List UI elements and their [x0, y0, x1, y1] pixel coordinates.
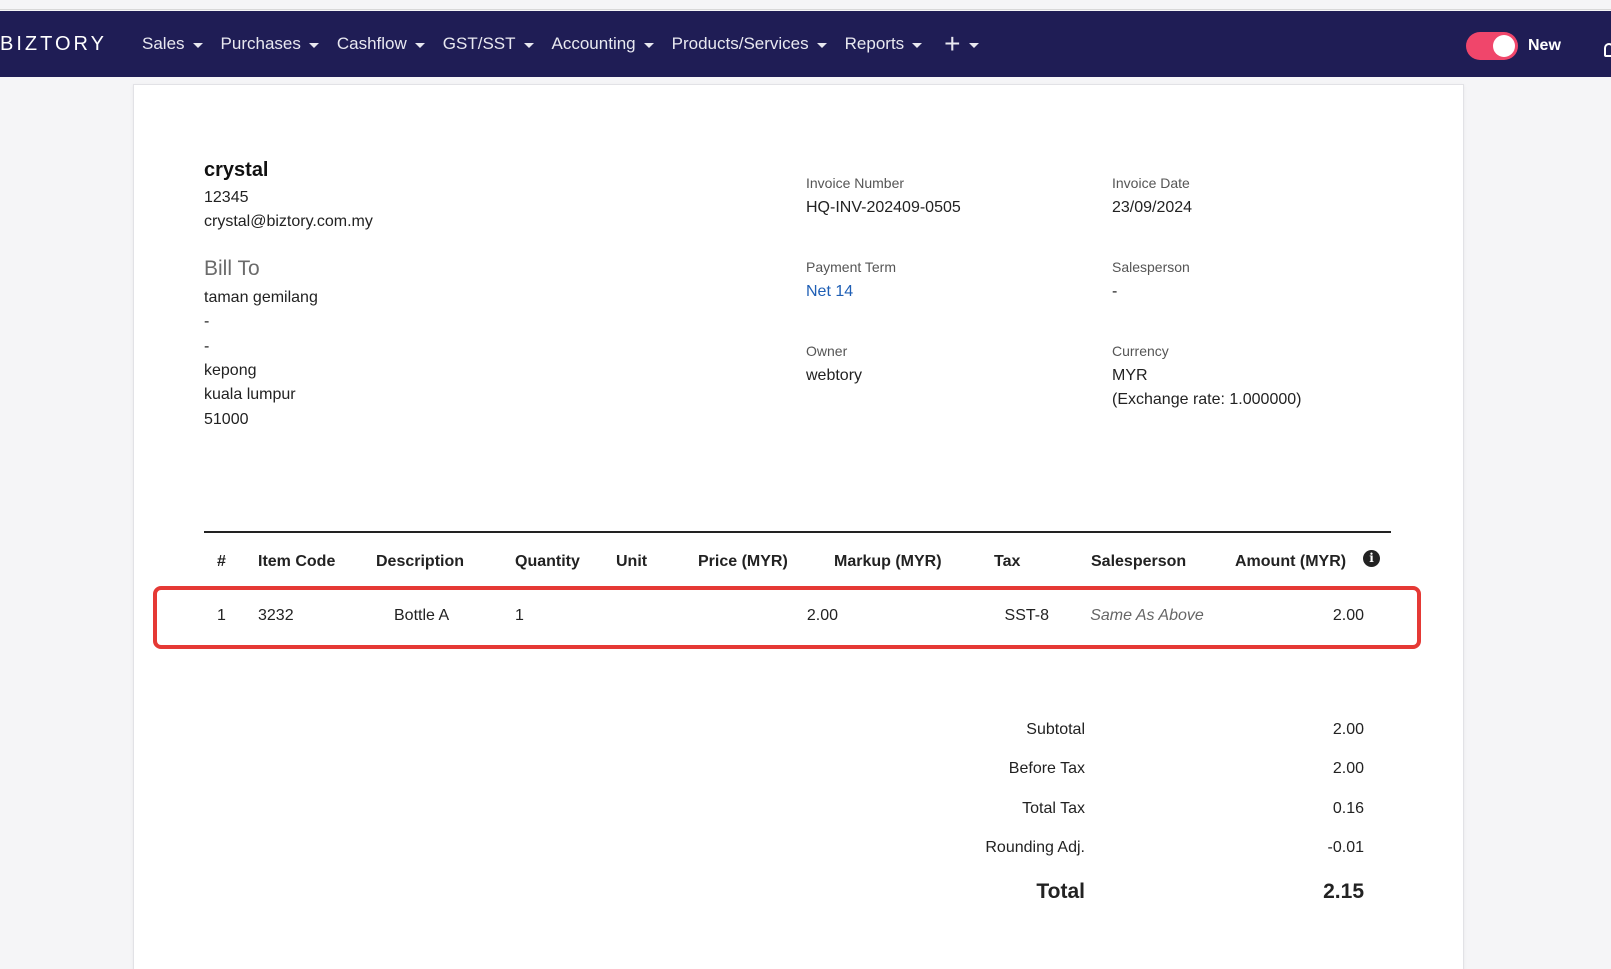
- bill-to-line: -: [204, 338, 210, 355]
- invoice-number-value: HQ-INV-202409-0505: [806, 199, 961, 216]
- nav-sales[interactable]: Sales: [142, 34, 203, 54]
- table-top-border: [204, 531, 1391, 533]
- nav-purchases[interactable]: Purchases: [221, 34, 319, 54]
- row-number: 1: [217, 607, 226, 624]
- nav-products-services[interactable]: Products/Services: [672, 34, 827, 54]
- bill-to-line: kuala lumpur: [204, 386, 296, 403]
- info-icon[interactable]: i: [1363, 550, 1380, 567]
- subtotal-value: 2.00: [1332, 721, 1364, 738]
- col-header-item-code: Item Code: [258, 553, 336, 570]
- col-header-price: Price (MYR): [698, 553, 788, 570]
- company-email: crystal@biztory.com.my: [204, 213, 373, 230]
- company-name: crystal: [204, 159, 269, 181]
- subtotal-label: Subtotal: [1026, 721, 1085, 738]
- new-ui-toggle[interactable]: [1466, 32, 1518, 60]
- payment-term-link[interactable]: Net 14: [806, 283, 853, 301]
- nav-accounting-label: Accounting: [551, 34, 636, 53]
- caret-down-icon: [816, 42, 827, 48]
- nav-accounting[interactable]: Accounting: [552, 34, 654, 54]
- caret-down-icon: [523, 42, 534, 48]
- new-ui-toggle-group: New: [1466, 32, 1561, 60]
- caret-down-icon: [414, 42, 425, 48]
- bill-to-line: kepong: [204, 362, 257, 379]
- invoice-date-label: Invoice Date: [1112, 175, 1190, 191]
- col-header-salesperson: Salesperson: [1091, 553, 1187, 570]
- bill-to-heading: Bill To: [204, 257, 260, 280]
- main-menu: Sales Purchases Cashflow GST/SST Account…: [142, 11, 979, 77]
- biztory-logo[interactable]: BIZTORY: [0, 33, 107, 56]
- row-salesperson: Same As Above: [1090, 607, 1204, 624]
- user-icon[interactable]: [1604, 43, 1611, 57]
- bill-to-line: 51000: [204, 411, 249, 428]
- row-quantity: 1: [515, 607, 524, 624]
- payment-term-label: Payment Term: [806, 259, 896, 275]
- top-navbar: BIZTORY Sales Purchases Cashflow GST/SST…: [0, 11, 1611, 77]
- col-header-tax: Tax: [994, 553, 1021, 570]
- rounding-value: -0.01: [1327, 839, 1364, 856]
- col-header-description: Description: [376, 553, 465, 570]
- caret-down-icon: [968, 42, 979, 48]
- row-price: 2.00: [806, 607, 838, 624]
- nav-cashflow[interactable]: Cashflow: [337, 34, 425, 54]
- bill-to-line: -: [204, 313, 210, 330]
- toggle-knob: [1493, 35, 1515, 57]
- caret-down-icon: [912, 42, 923, 48]
- nav-cashflow-label: Cashflow: [336, 34, 407, 53]
- nav-sales-label: Sales: [142, 34, 185, 53]
- invoice-card: crystal 12345 crystal@biztory.com.my Bil…: [133, 84, 1464, 969]
- before-tax-value: 2.00: [1332, 760, 1364, 777]
- currency-label: Currency: [1112, 343, 1169, 359]
- bill-to-line: taman gemilang: [204, 289, 318, 306]
- exchange-rate: (Exchange rate: 1.000000): [1112, 391, 1302, 408]
- owner-label: Owner: [806, 343, 848, 359]
- toggle-label: New: [1528, 37, 1561, 54]
- col-header-markup: Markup (MYR): [834, 553, 942, 570]
- invoice-number-label: Invoice Number: [806, 175, 905, 191]
- col-header-number: #: [217, 553, 226, 570]
- nav-reports[interactable]: Reports: [845, 34, 923, 54]
- col-header-quantity: Quantity: [515, 553, 580, 570]
- total-value: 2.15: [1323, 880, 1364, 903]
- col-header-amount: Amount (MYR): [1235, 553, 1347, 570]
- invoice-date-value: 23/09/2024: [1112, 199, 1193, 216]
- nav-purchases-label: Purchases: [220, 34, 301, 53]
- total-tax-value: 0.16: [1332, 800, 1364, 817]
- rounding-label: Rounding Adj.: [985, 839, 1085, 856]
- browser-top-strip: [0, 0, 1611, 10]
- item-code-link[interactable]: 3232: [258, 607, 294, 625]
- total-label: Total: [1036, 880, 1085, 903]
- nav-gst-sst[interactable]: GST/SST: [443, 34, 534, 54]
- currency-value: MYR: [1112, 367, 1148, 384]
- salesperson-value: -: [1112, 283, 1118, 300]
- nav-gst-sst-label: GST/SST: [442, 34, 516, 53]
- col-header-unit: Unit: [616, 553, 648, 570]
- owner-value: webtory: [806, 367, 863, 384]
- nav-reports-label: Reports: [844, 34, 905, 53]
- caret-down-icon: [643, 42, 654, 48]
- quick-add-menu[interactable]: +: [944, 28, 979, 59]
- row-amount: 2.00: [1332, 607, 1364, 624]
- row-tax: SST-8: [1004, 607, 1049, 624]
- plus-icon: +: [944, 28, 961, 59]
- caret-down-icon: [192, 42, 203, 48]
- total-tax-label: Total Tax: [1022, 800, 1085, 817]
- row-description: Bottle A: [394, 607, 450, 624]
- before-tax-label: Before Tax: [1008, 760, 1085, 777]
- salesperson-label: Salesperson: [1112, 259, 1190, 275]
- company-phone: 12345: [204, 189, 249, 206]
- caret-down-icon: [308, 42, 319, 48]
- nav-products-services-label: Products/Services: [671, 34, 809, 53]
